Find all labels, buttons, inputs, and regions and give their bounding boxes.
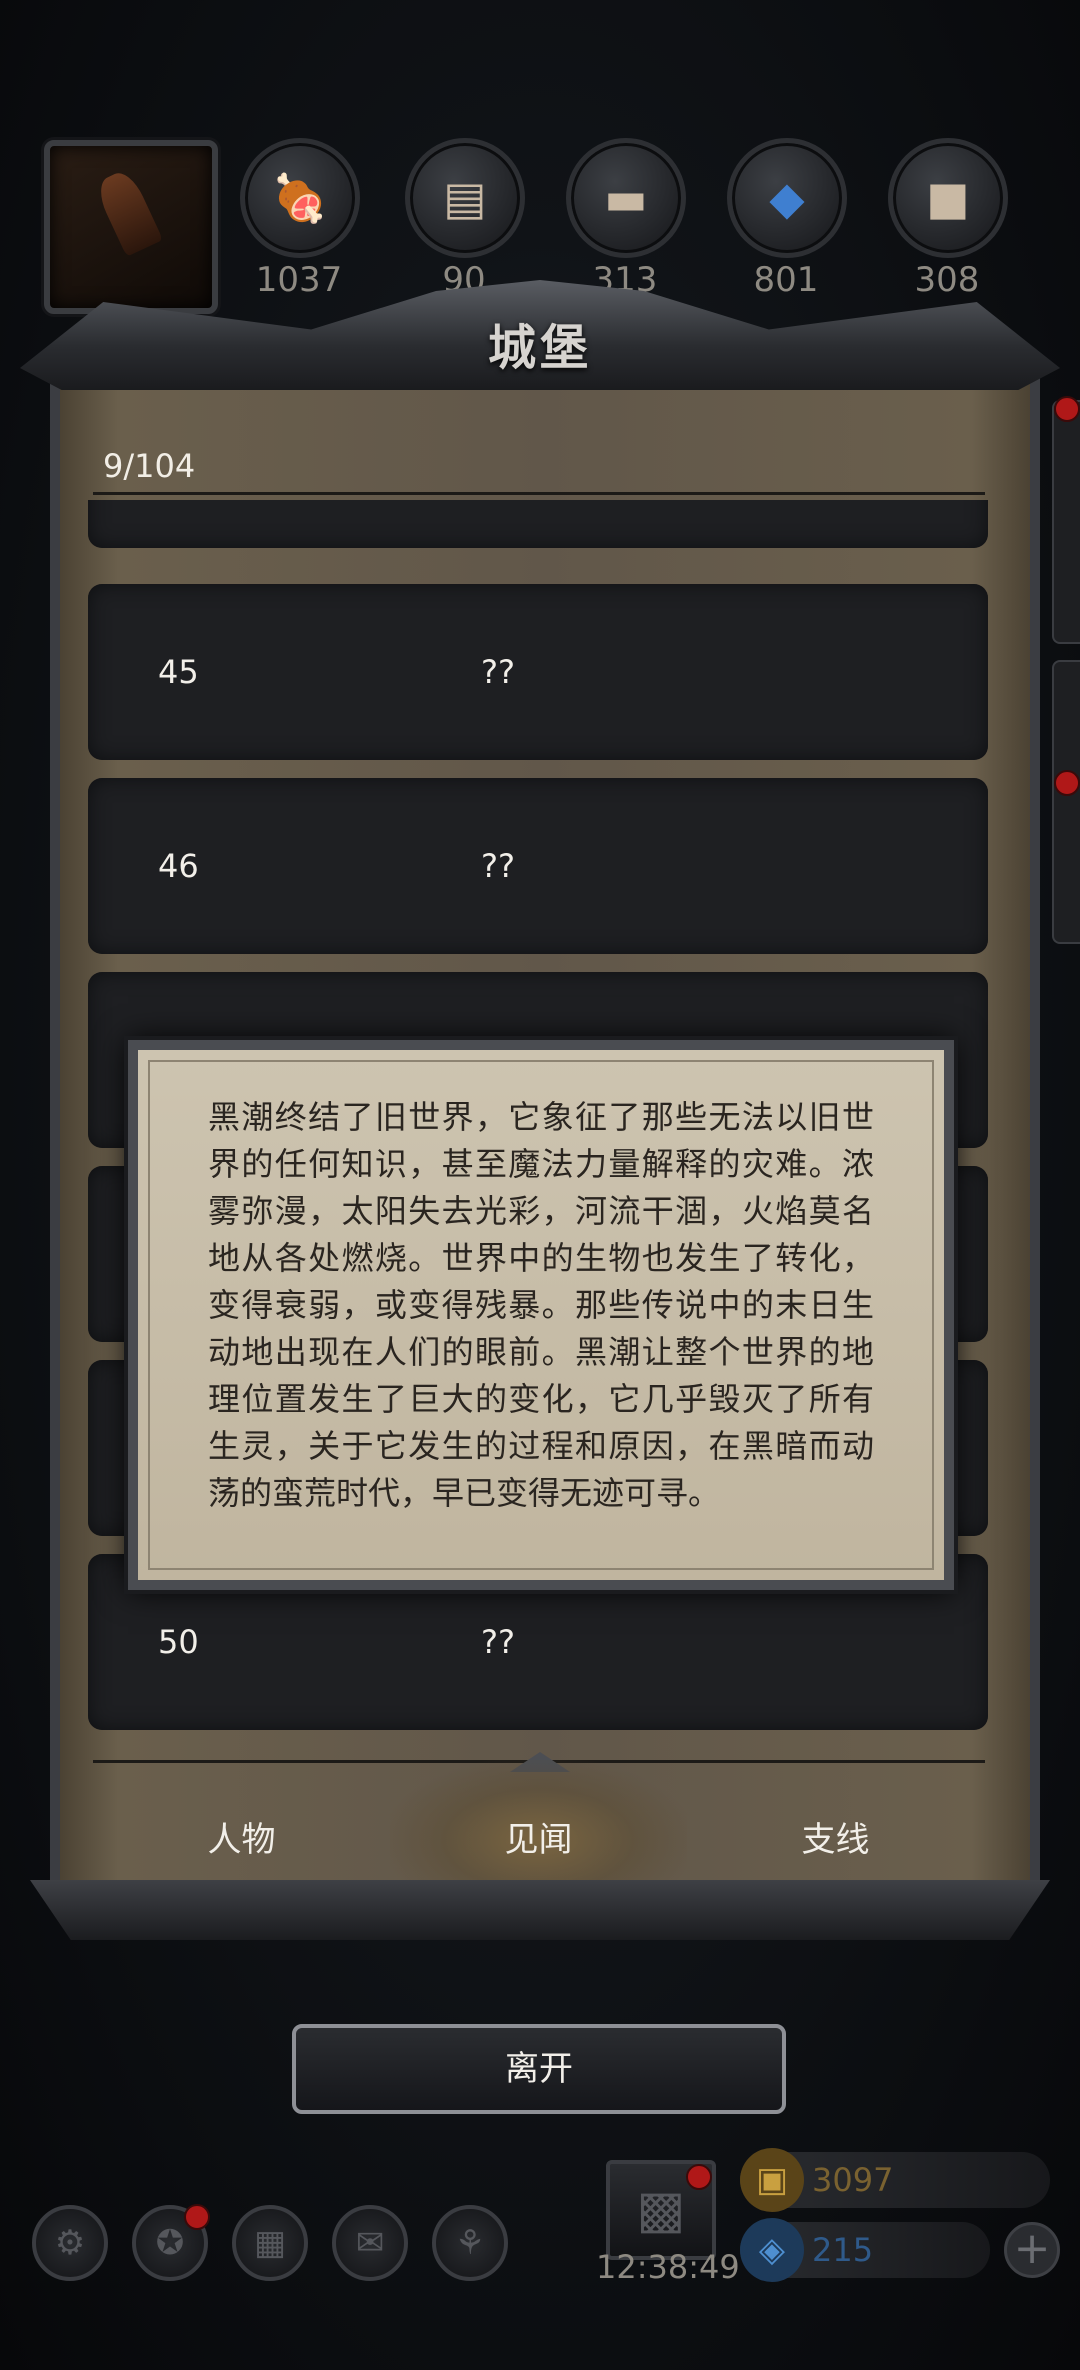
entry-name: ?? [481, 653, 515, 691]
stone-icon: ■ [888, 138, 1008, 258]
notification-dot [184, 2204, 210, 2230]
page-title: 城堡 [487, 320, 592, 376]
gem-icon: ◈ [740, 2218, 804, 2282]
mail-icon[interactable]: ✉ [332, 2205, 408, 2281]
wood-icon: ▤ [405, 138, 525, 258]
resource-stone[interactable]: ■ 308 [888, 138, 1008, 318]
handshake-icon[interactable]: ⚘ [432, 2205, 508, 2281]
resource-stone-value: 308 [914, 260, 980, 300]
lore-popup[interactable]: 黑潮终结了旧世界，它象征了那些无法以旧世界的任何知识，甚至魔法力量解释的灾难。浓… [128, 1040, 954, 1590]
gem-value: 215 [812, 2231, 874, 2269]
hero-portrait[interactable] [44, 140, 218, 314]
notification-dot [686, 2164, 712, 2190]
resource-meat[interactable]: 🍖 1037 [240, 138, 360, 318]
leave-button[interactable]: 离开 [292, 2024, 786, 2114]
add-currency-button[interactable]: + [1004, 2222, 1060, 2278]
gem-counter[interactable]: ◈ 215 [740, 2218, 990, 2282]
clock: 12:38:49 [596, 2248, 740, 2286]
list-item[interactable] [88, 500, 988, 548]
collection-progress: 9/104 [103, 447, 196, 485]
gold-counter[interactable]: ▣ 3097 [740, 2148, 1050, 2212]
resource-meat-value: 1037 [255, 260, 343, 300]
gold-icon: ▣ [740, 2148, 804, 2212]
list-item[interactable]: 45 ?? [88, 584, 988, 760]
list-item[interactable]: 46 ?? [88, 778, 988, 954]
notification-dot [1054, 396, 1080, 422]
side-tab-upper[interactable] [1052, 400, 1080, 644]
resource-crystal-value: 801 [753, 260, 819, 300]
resource-crystal[interactable]: ◆ 801 [727, 138, 847, 318]
notification-dot [1054, 770, 1080, 796]
inventory-icon[interactable]: ▦ [232, 2205, 308, 2281]
entry-name: ?? [481, 847, 515, 885]
panel-frame-bottom [30, 1880, 1050, 1940]
meat-icon: 🍖 [240, 138, 360, 258]
gold-value: 3097 [812, 2161, 894, 2199]
divider [93, 492, 985, 495]
settings-icon[interactable]: ⚙ [32, 2205, 108, 2281]
lore-text: 黑潮终结了旧世界，它象征了那些无法以旧世界的任何知识，甚至魔法力量解释的灾难。浓… [208, 1098, 874, 1512]
iron-icon: ▬ [566, 138, 686, 258]
crystal-icon: ◆ [727, 138, 847, 258]
side-tab-lower[interactable] [1052, 660, 1080, 944]
